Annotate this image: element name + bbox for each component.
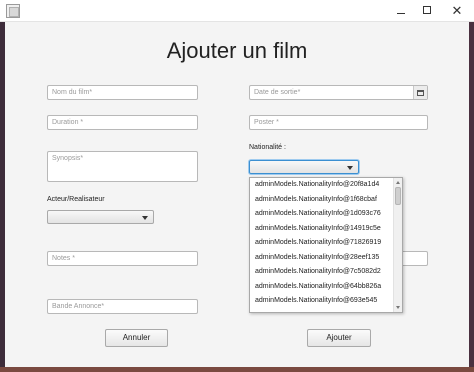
actor-director-label: Acteur/Realisateur — [47, 196, 105, 203]
release-date-field[interactable]: Date de sortie* — [249, 85, 428, 100]
duration-field[interactable]: Duration * — [47, 115, 198, 130]
minimize-button[interactable] — [388, 0, 414, 20]
app-icon — [6, 4, 20, 18]
cancel-button[interactable]: Annuler — [105, 329, 168, 347]
close-button[interactable]: ✕ — [440, 0, 474, 20]
synopsis-field[interactable]: Synopsis* — [47, 151, 198, 182]
maximize-icon — [423, 6, 431, 14]
window-border-bottom — [0, 367, 474, 372]
poster-field[interactable]: Poster * — [249, 115, 428, 130]
scroll-thumb[interactable] — [395, 187, 401, 205]
list-item[interactable]: adminModels.NationalityInfo@14919c5e — [250, 222, 394, 237]
actor-director-select[interactable] — [47, 210, 154, 224]
window-border-right — [469, 22, 474, 372]
nationality-label: Nationalité : — [249, 144, 286, 151]
release-date-placeholder: Date de sortie* — [254, 89, 301, 96]
list-item[interactable]: adminModels.NationalityInfo@1f68cbaf — [250, 193, 394, 208]
list-item[interactable]: adminModels.NationalityInfo@1d093c76 — [250, 207, 394, 222]
scroll-down-icon[interactable] — [396, 306, 400, 309]
calendar-icon — [417, 89, 424, 96]
minimize-icon — [397, 12, 405, 14]
film-name-field[interactable]: Nom du film* — [47, 85, 198, 100]
list-item[interactable]: adminModels.NationalityInfo@28eef135 — [250, 251, 394, 266]
title-bar: ✕ — [0, 0, 474, 22]
list-item[interactable]: adminModels.NationalityInfo@20f8a1d4 — [250, 178, 394, 193]
trailer-field[interactable]: Bande Annonce* — [47, 299, 198, 314]
list-item[interactable]: adminModels.NationalityInfo@7c5082d2 — [250, 265, 394, 280]
page-title: Ajouter un film — [166, 38, 308, 63]
notes-field[interactable]: Notes * — [47, 251, 198, 266]
chevron-down-icon — [142, 216, 148, 220]
date-picker-button[interactable] — [413, 86, 427, 99]
list-item[interactable]: adminModels.NationalityInfo@64bb826a — [250, 280, 394, 295]
list-item[interactable]: adminModels.NationalityInfo@71826919 — [250, 236, 394, 251]
list-item[interactable]: adminModels.NationalityInfo@693e545 — [250, 294, 394, 309]
nationality-select[interactable] — [249, 160, 359, 174]
hidden-field-behind-dropdown[interactable] — [400, 251, 428, 266]
dropdown-scrollbar[interactable] — [393, 178, 402, 312]
nationality-dropdown-list: adminModels.NationalityInfo@20f8a1d4 adm… — [249, 177, 403, 313]
add-button[interactable]: Ajouter — [307, 329, 371, 347]
maximize-button[interactable] — [414, 0, 440, 20]
chevron-down-icon — [347, 166, 353, 170]
scroll-up-icon[interactable] — [396, 181, 400, 184]
close-icon: ✕ — [451, 2, 463, 18]
